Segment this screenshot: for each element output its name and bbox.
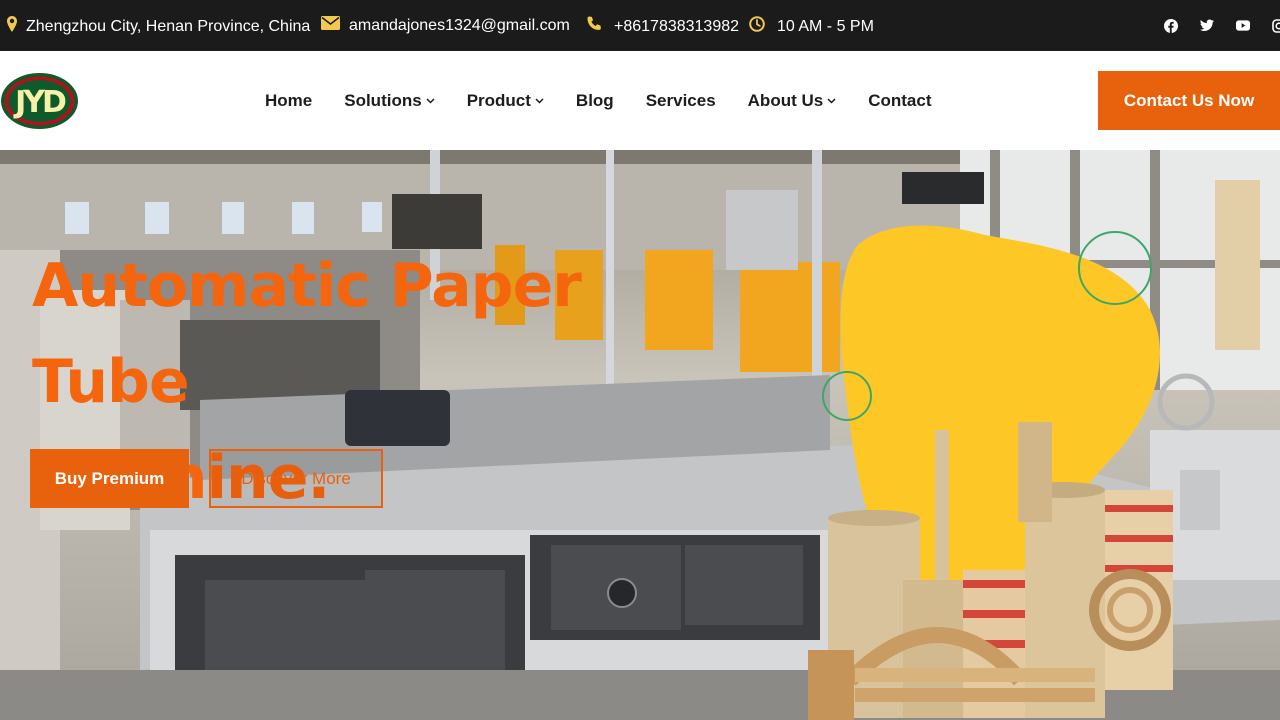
chevron-down-icon (827, 97, 836, 104)
phone-text[interactable]: +8617838313982 (614, 18, 739, 36)
envelope-icon (321, 16, 340, 35)
nav-item-about-us[interactable]: About Us (748, 91, 837, 111)
nav-label: Product (466, 90, 531, 110)
nav-label: Blog (575, 90, 614, 110)
email-info[interactable]: amandajones1324@gmail.com (321, 16, 570, 35)
main-nav: Home Solutions Product Blog Services Abo… (265, 51, 963, 150)
nav-label: About Us (747, 90, 824, 110)
location-info: Zhengzhou City, Henan Province, China (7, 16, 310, 37)
instagram-icon[interactable] (1272, 18, 1280, 33)
nav-label: Home (265, 90, 313, 110)
svg-text:JYD: JYD (13, 85, 66, 120)
buy-premium-button[interactable]: Buy Premium (30, 449, 189, 508)
nav-item-solutions[interactable]: Solutions (344, 90, 435, 111)
top-bar: Zhengzhou City, Henan Province, China am… (0, 0, 1280, 51)
discover-more-button[interactable]: Discover More (209, 449, 383, 508)
phone-icon (586, 16, 602, 37)
hero-section: Automatic Paper Tube Machine. Buy Premiu… (0, 150, 1280, 720)
nav-item-blog[interactable]: Blog (576, 91, 614, 111)
youtube-icon[interactable] (1236, 19, 1250, 33)
location-text: Zhengzhou City, Henan Province, China (26, 17, 311, 35)
site-header: JYD Home Solutions Product Blog Services… (0, 51, 1280, 150)
hours-info: 10 AM - 5 PM (749, 16, 874, 37)
nav-item-contact[interactable]: Contact (868, 91, 931, 111)
nav-item-product[interactable]: Product (467, 91, 544, 111)
chevron-down-icon (535, 97, 544, 104)
clock-icon (749, 16, 765, 37)
hours-text: 10 AM - 5 PM (777, 17, 874, 35)
map-pin-icon (7, 16, 17, 37)
nav-item-services[interactable]: Services (646, 91, 716, 111)
facebook-icon[interactable] (1164, 18, 1178, 33)
nav-item-home[interactable]: Home (265, 91, 312, 111)
chevron-down-icon (426, 97, 435, 104)
social-links (1142, 0, 1280, 51)
nav-label: Solutions (344, 90, 422, 110)
hero-title-line-1: Automatic Paper Tube (32, 251, 582, 417)
site-logo[interactable]: JYD (0, 72, 79, 130)
nav-label: Contact (868, 90, 932, 110)
email-text[interactable]: amandajones1324@gmail.com (349, 17, 570, 35)
twitter-icon[interactable] (1200, 19, 1214, 33)
nav-label: Services (645, 90, 716, 110)
contact-us-now-button[interactable]: Contact Us Now (1098, 71, 1280, 130)
phone-info[interactable]: +8617838313982 (586, 16, 739, 37)
